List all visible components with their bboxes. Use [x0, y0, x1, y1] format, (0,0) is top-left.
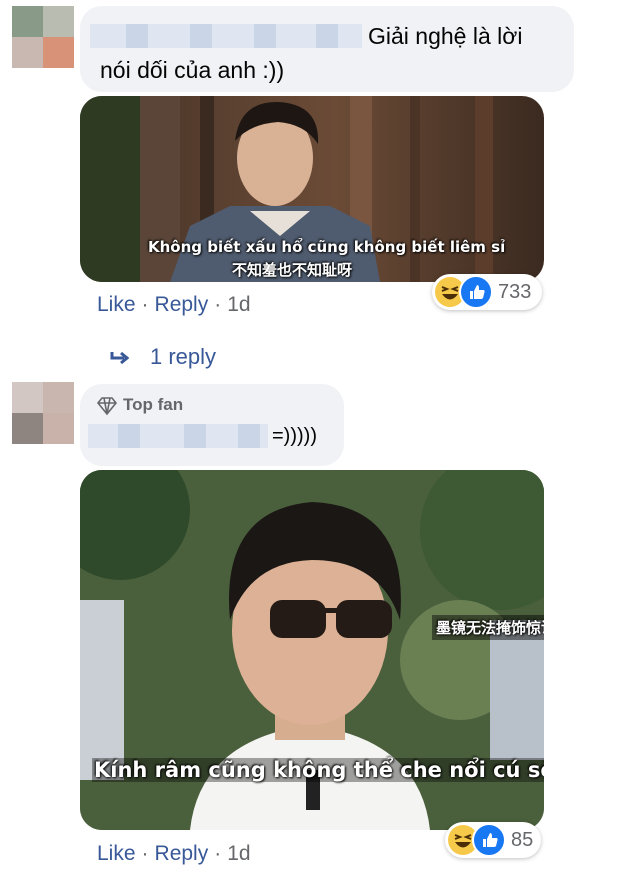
comment-bubble: Top fan =))))): [80, 384, 344, 466]
like-link[interactable]: Like: [97, 293, 136, 316]
image-subtitle-vietnamese: Không biết xấu hổ cũng không biết liêm s…: [148, 238, 506, 256]
reaction-summary[interactable]: 85: [445, 822, 541, 858]
reaction-count: 733: [498, 281, 532, 303]
like-link[interactable]: Like: [97, 842, 136, 865]
commenter-avatar[interactable]: [12, 6, 74, 68]
like-reaction-icon: [459, 275, 493, 309]
separator: ·: [214, 293, 222, 316]
comment-text: =))))): [272, 425, 317, 447]
reply-link[interactable]: Reply: [155, 293, 209, 316]
comment-image[interactable]: Không biết xấu hổ cũng không biết liêm s…: [80, 96, 544, 282]
comment-actions: Like · Reply · 1d: [97, 842, 251, 866]
comment-actions: Like · Reply · 1d: [97, 293, 251, 317]
reaction-count: 85: [511, 829, 534, 851]
reaction-summary[interactable]: 733: [432, 274, 542, 310]
commenter-avatar[interactable]: [12, 382, 74, 444]
image-subtitle-chinese: 不知羞也不知耻呀: [232, 261, 353, 279]
image-caption-chinese: 墨镜无法掩饰惊讶: [432, 615, 544, 640]
separator: ·: [214, 842, 222, 865]
comment-text-continued: nói dối của anh :)): [100, 57, 285, 83]
blurred-username[interactable]: [88, 424, 268, 448]
comment-bubble: Giải nghệ là lời nói dối của anh :)): [80, 6, 574, 92]
reply-arrow-icon: [110, 351, 130, 365]
comment-text: Giải nghệ là lời: [368, 23, 523, 49]
like-reaction-icon: [472, 823, 506, 857]
timestamp[interactable]: 1d: [227, 293, 250, 316]
timestamp[interactable]: 1d: [227, 842, 250, 865]
replies-count-label: 1 reply: [150, 344, 217, 369]
reply-link[interactable]: Reply: [155, 842, 209, 865]
blurred-username[interactable]: [90, 24, 362, 48]
separator: ·: [141, 842, 149, 865]
top-fan-badge: Top fan: [123, 395, 184, 414]
image-subtitle-vietnamese: Kính râm cũng không thể che nổi cú sốc n…: [92, 758, 544, 782]
separator: ·: [141, 293, 149, 316]
comment-image[interactable]: 墨镜无法掩饰惊讶 Kính râm cũng không thể che nổi…: [80, 470, 544, 830]
diamond-icon: [96, 397, 118, 416]
